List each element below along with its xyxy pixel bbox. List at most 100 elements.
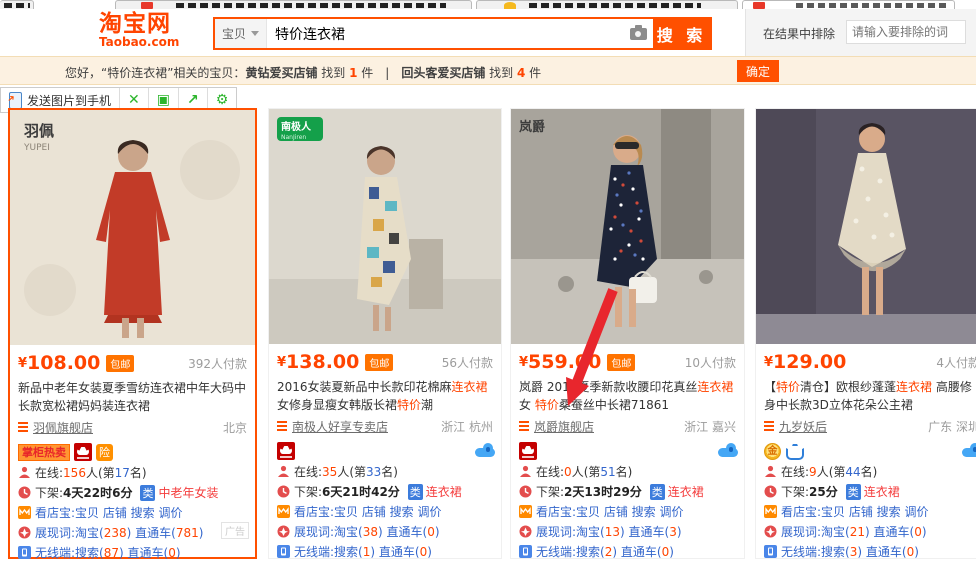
tab-favicon-icon bbox=[141, 2, 153, 9]
product-title[interactable]: 新品中老年女装夏季雪纺连衣裙中年大码中长款宽松裙妈妈装连衣裙 bbox=[10, 379, 255, 415]
confirm-button[interactable]: 确定 bbox=[737, 60, 779, 82]
browser-tab[interactable] bbox=[115, 0, 472, 9]
offshelf-stat-row: 下架:4天22时6分类中老年女装 bbox=[10, 483, 255, 502]
exclude-label: 在结果中排除 bbox=[763, 25, 835, 42]
image-search-camera-icon[interactable] bbox=[623, 19, 653, 48]
zhanxianci-icon bbox=[18, 526, 31, 539]
browser-tab[interactable] bbox=[0, 0, 34, 9]
product-image[interactable]: 羽佩 YUPEI bbox=[10, 110, 255, 345]
svg-text:羽佩: 羽佩 bbox=[24, 122, 54, 140]
notice-shop1: 黄钻爱买店铺 bbox=[245, 66, 317, 80]
tmall-cat-icon bbox=[519, 442, 537, 460]
search-button[interactable]: 搜 索 bbox=[653, 19, 710, 48]
chevron-down-icon bbox=[251, 31, 259, 36]
shop-link[interactable]: 岚爵旗舰店 bbox=[534, 418, 594, 435]
wireless-row[interactable]: 无线端:搜索(87) 直通车(0) bbox=[10, 543, 255, 561]
page: 淘宝网 Taobao.com 宝贝 搜 索 在结果中排除 您好，“特价连衣裙”相… bbox=[0, 0, 976, 561]
currency-symbol: ¥ bbox=[519, 355, 528, 370]
offshelf-stat-row: 下架:25分类连衣裙 bbox=[756, 482, 976, 501]
browser-tab-active[interactable] bbox=[742, 0, 955, 9]
product-image[interactable]: 南极人 NanJiren bbox=[269, 109, 501, 344]
category-link[interactable]: 中老年女装 bbox=[158, 486, 218, 500]
wireless-row[interactable]: 无线端:搜索(3) 直通车(0) bbox=[756, 542, 976, 561]
wireless-row[interactable]: 无线端:搜索(2) 直通车(0) bbox=[511, 542, 744, 561]
price: 138.00 bbox=[286, 352, 359, 372]
kandianbao-row[interactable]: 看店宝:宝贝 店铺 搜索 调价 bbox=[269, 502, 501, 521]
paid-count: 56人付款 bbox=[442, 354, 493, 371]
kandianbao-row[interactable]: 看店宝:宝贝 店铺 搜索 调价 bbox=[756, 502, 976, 521]
clock-icon bbox=[18, 486, 31, 499]
wireless-row[interactable]: 无线端:搜索(1) 直通车(0) bbox=[269, 542, 501, 561]
offshelf-stat-row: 下架:6天21时42分类连衣裙 bbox=[269, 482, 501, 501]
free-shipping-badge: 包邮 bbox=[365, 354, 393, 371]
exclude-zone: 在结果中排除 bbox=[745, 9, 976, 56]
product-image[interactable] bbox=[756, 109, 976, 344]
exclude-input[interactable] bbox=[846, 20, 966, 44]
shop-location: 广东 深圳 bbox=[928, 418, 976, 435]
share-icon: ↗ bbox=[187, 93, 199, 107]
product-image[interactable]: 岚爵 bbox=[511, 109, 744, 344]
shop-list-icon bbox=[519, 421, 529, 431]
cloud-icon bbox=[718, 443, 738, 457]
zhanxianci-icon bbox=[764, 525, 777, 538]
search-category-dropdown[interactable]: 宝贝 bbox=[215, 19, 267, 48]
shop-link[interactable]: 九岁妖后 bbox=[779, 418, 827, 435]
product-card-3: 岚爵 ¥ 559.00 包邮 10人付款 岚爵 2017夏季新款收腰印花真丝连衣… bbox=[510, 108, 745, 559]
mobile-icon bbox=[18, 546, 31, 559]
person-icon bbox=[519, 465, 532, 478]
zhanxianci-row[interactable]: 展现词:淘宝(38) 直通车(0) bbox=[269, 522, 501, 541]
shop-location: 北京 bbox=[223, 419, 247, 436]
product-title[interactable]: 岚爵 2017夏季新款收腰印花真丝连衣裙女 特价桑蚕丝中长裙71861 bbox=[511, 378, 744, 414]
currency-symbol: ¥ bbox=[277, 355, 286, 370]
zhanxianci-row[interactable]: 展现词:淘宝(13) 直通车(3) bbox=[511, 522, 744, 541]
kandianbao-row[interactable]: 看店宝:宝贝 店铺 搜索 调价 bbox=[10, 503, 255, 522]
category-link[interactable]: 连衣裙 bbox=[426, 485, 462, 499]
phone-icon bbox=[9, 92, 22, 109]
product-title[interactable]: 【特价清仓】欧根纱蓬蓬连衣裙 高腰修身中长款3D立体花朵公主裙 bbox=[756, 378, 976, 414]
insurance-badge: 险 bbox=[96, 444, 113, 461]
tab-favicon-icon bbox=[504, 2, 516, 9]
person-icon bbox=[18, 466, 31, 479]
gold-coin-badge: 金 bbox=[764, 443, 781, 460]
svg-text:NanJiren: NanJiren bbox=[281, 134, 306, 141]
category-badge: 类 bbox=[408, 484, 423, 500]
shop-link[interactable]: 羽佩旗舰店 bbox=[33, 419, 93, 436]
free-shipping-badge: 包邮 bbox=[106, 355, 134, 372]
gear-icon: ⚙ bbox=[216, 93, 229, 107]
taobao-logo[interactable]: 淘宝网 Taobao.com bbox=[99, 12, 189, 49]
svg-text:YUPEI: YUPEI bbox=[23, 143, 50, 153]
blue-cat-icon bbox=[785, 443, 803, 459]
browser-tab[interactable] bbox=[476, 0, 738, 9]
shop-link[interactable]: 南极人好享专卖店 bbox=[292, 418, 388, 435]
online-stat-row: 在线:35人(第33名) bbox=[269, 462, 501, 481]
notice-bar: 您好，“特价连衣裙”相关的宝贝：黄钻爱买店铺 找到 1 件 | 回头客爱买店铺 … bbox=[0, 56, 976, 85]
notice-text: 您好，“特价连衣裙”相关的宝贝：黄钻爱买店铺 找到 1 件 | 回头客爱买店铺 … bbox=[65, 64, 541, 81]
cloud-icon bbox=[962, 443, 976, 457]
offshelf-stat-row: 下架:2天13时29分类连衣裙 bbox=[511, 482, 744, 501]
paid-count: 4人付款 bbox=[936, 354, 976, 371]
kandianbao-row[interactable]: 看店宝:宝贝 店铺 搜索 调价 bbox=[511, 502, 744, 521]
ad-label: 广告 bbox=[221, 522, 249, 539]
tmall-cat-icon bbox=[74, 443, 92, 461]
person-icon bbox=[277, 465, 290, 478]
mobile-icon bbox=[519, 545, 532, 558]
svg-text:南极人: 南极人 bbox=[281, 120, 312, 133]
category-link[interactable]: 连衣裙 bbox=[864, 485, 900, 499]
clock-icon bbox=[764, 485, 777, 498]
kandianbao-icon bbox=[277, 505, 290, 518]
shop-list-icon bbox=[764, 421, 774, 431]
category-link[interactable]: 连衣裙 bbox=[668, 485, 704, 499]
logo-english: Taobao.com bbox=[99, 36, 189, 49]
currency-symbol: ¥ bbox=[18, 356, 27, 371]
zhanxianci-row[interactable]: 展现词:淘宝(238) 直通车(781) bbox=[10, 523, 255, 542]
price: 129.00 bbox=[773, 352, 846, 372]
zhanxianci-icon bbox=[519, 525, 532, 538]
notice-shop2: 回头客爱买店铺 bbox=[401, 66, 485, 80]
category-badge: 类 bbox=[650, 484, 665, 500]
shop-list-icon bbox=[18, 422, 28, 432]
search-input[interactable] bbox=[267, 19, 623, 48]
product-title[interactable]: 2016女装夏新品中长款印花棉麻连衣裙女修身显瘦女韩版长裙特价潮 bbox=[269, 378, 501, 414]
price: 559.00 bbox=[528, 352, 601, 372]
zhanxianci-row[interactable]: 展现词:淘宝(21) 直通车(0) bbox=[756, 522, 976, 541]
online-stat-row: 在线:0人(第51名) bbox=[511, 462, 744, 481]
